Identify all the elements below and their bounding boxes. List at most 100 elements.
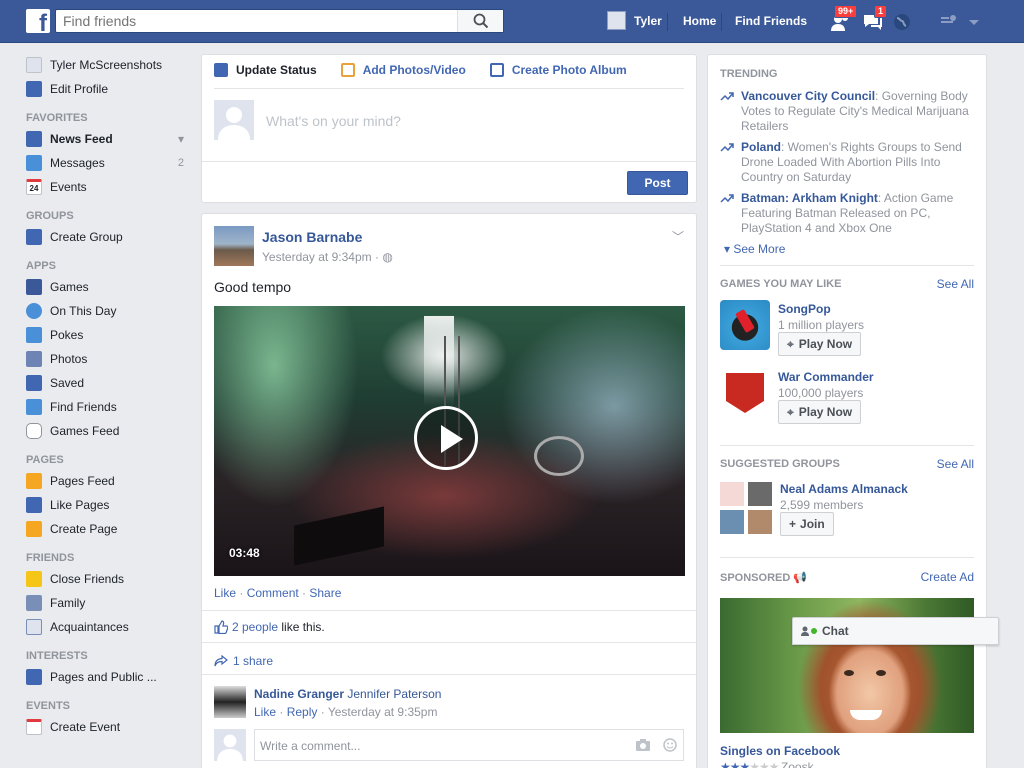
composer-avatar [214, 100, 254, 140]
join-group-button[interactable]: + Join [780, 512, 834, 536]
tab-add-photos-video[interactable]: Add Photos/Video [340, 63, 466, 77]
trend-item[interactable]: Poland: Women's Rights Groups to Send Dr… [720, 140, 970, 185]
play-now-button[interactable]: ⌖ Play Now [778, 332, 862, 356]
sidebar-item-label: News Feed [50, 132, 113, 146]
top-navigation-bar: f Tyler Home Find Friends 99+ 1 [0, 0, 1024, 43]
home-link[interactable]: Home [683, 14, 716, 28]
play-button[interactable] [414, 406, 478, 470]
trend-item[interactable]: Vancouver City Council: Governing Body V… [720, 89, 970, 134]
clock-icon [26, 303, 42, 319]
post-author[interactable]: Jason Barnabe [262, 229, 362, 245]
sidebar-item-photos[interactable]: Photos [26, 347, 196, 371]
sidebar-item-pages-feed[interactable]: Pages Feed [26, 469, 196, 493]
search-button[interactable] [457, 10, 503, 32]
friend-requests-badge: 99+ [834, 5, 858, 18]
tab-update-status[interactable]: Update Status [214, 63, 317, 77]
tab-label: Update Status [236, 63, 317, 77]
privacy-shortcuts-button[interactable] [940, 12, 962, 32]
sidebar-item-on-this-day[interactable]: On This Day [26, 299, 196, 323]
sidebar-item-profile[interactable]: Tyler McScreenshots [26, 53, 196, 77]
default-avatar-icon [218, 107, 250, 140]
group-member-photos[interactable] [720, 482, 772, 534]
author-avatar[interactable] [214, 226, 254, 266]
star-rating-icon: ★★★ [720, 760, 750, 768]
sidebar-item-games-feed[interactable]: Games Feed [26, 419, 196, 443]
caret-down-icon[interactable]: ▾ [178, 132, 184, 146]
divider [720, 445, 974, 446]
messages-button[interactable]: 1 [862, 5, 888, 32]
camera-icon[interactable] [635, 738, 651, 752]
games-see-all-link[interactable]: See All [937, 277, 974, 291]
facebook-logo[interactable]: f [26, 9, 50, 36]
comment-input[interactable]: Write a comment... [254, 729, 684, 761]
member-photo [748, 482, 772, 506]
account-menu-button[interactable] [968, 16, 990, 36]
sponsored-label: SPONSORED [720, 572, 791, 584]
sidebar-item-family[interactable]: Family [26, 591, 196, 615]
sidebar-item-saved[interactable]: Saved [26, 371, 196, 395]
emoji-icon[interactable] [663, 738, 677, 752]
songpop-game-icon[interactable] [720, 300, 770, 350]
sidebar-item-events[interactable]: 24 Events [26, 175, 196, 199]
comment-time[interactable]: Yesterday at 9:35pm [328, 705, 438, 719]
comment-like-link[interactable]: Like [254, 705, 276, 719]
sidebar-item-acquaintances[interactable]: Acquaintances [26, 615, 196, 639]
game-name[interactable]: War Commander [778, 370, 874, 384]
groups-see-all-link[interactable]: See All [937, 457, 974, 471]
profile-link[interactable]: Tyler [607, 11, 662, 30]
trend-item[interactable]: Batman: Arkham Knight: Action Game Featu… [720, 191, 970, 236]
game-name[interactable]: SongPop [778, 302, 831, 316]
post-text: Good tempo [214, 279, 292, 295]
group-name[interactable]: Neal Adams Almanack [780, 482, 908, 496]
post-options-chevron-icon[interactable]: ﹀ [672, 228, 684, 245]
sidebar-item-find-friends[interactable]: Find Friends [26, 395, 196, 419]
privacy-lock-icon [941, 15, 956, 23]
notifications-button[interactable] [892, 12, 914, 32]
sidebar-item-games[interactable]: Games [26, 275, 196, 299]
sidebar-item-pages-public[interactable]: Pages and Public ... [26, 665, 196, 689]
sidebar-item-create-group[interactable]: Create Group [26, 225, 196, 249]
house-icon [26, 595, 42, 611]
comment-reply-link[interactable]: Reply [287, 705, 318, 719]
find-friends-link[interactable]: Find Friends [735, 14, 807, 28]
sidebar-item-pokes[interactable]: Pokes [26, 323, 196, 347]
war-commander-game-icon[interactable] [720, 368, 770, 418]
default-avatar-icon [217, 734, 243, 761]
calendar-icon: 24 [26, 179, 42, 195]
post-button[interactable]: Post [627, 171, 688, 195]
search-input[interactable] [56, 10, 456, 32]
sidebar-item-like-pages[interactable]: Like Pages [26, 493, 196, 517]
gamepad-icon [26, 423, 42, 439]
comment-link[interactable]: Comment [247, 586, 299, 600]
likes-link[interactable]: 2 people [232, 620, 278, 634]
tab-create-photo-album[interactable]: Create Photo Album [489, 63, 627, 77]
like-link[interactable]: Like [214, 586, 236, 600]
timestamp-text: Yesterday at 9:34pm · [262, 250, 379, 264]
sidebar-item-edit-profile[interactable]: Edit Profile [26, 77, 196, 101]
sidebar-item-close-friends[interactable]: Close Friends [26, 567, 196, 591]
play-now-button[interactable]: ⌖ Play Now [778, 400, 862, 424]
ad-title[interactable]: Singles on Facebook [720, 744, 840, 758]
create-ad-link[interactable]: Create Ad [921, 570, 974, 584]
status-input[interactable]: What's on your mind? [266, 113, 401, 129]
sidebar-item-create-event[interactable]: Create Event [26, 715, 196, 739]
share-link[interactable]: Share [309, 586, 341, 600]
sidebar-item-news-feed[interactable]: News Feed ▾ [26, 127, 196, 151]
news-feed-icon [26, 131, 42, 147]
video-player[interactable]: 03:48 [214, 306, 685, 576]
section-header-apps: APPS [26, 260, 56, 272]
sidebar-item-create-page[interactable]: Create Page [26, 517, 196, 541]
globe-icon: ◍ [382, 250, 393, 264]
comment-tag-link[interactable]: Jennifer Paterson [347, 687, 441, 701]
comment-author-link[interactable]: Nadine Granger [254, 687, 344, 701]
commenter-avatar[interactable] [214, 686, 246, 718]
trending-header: TRENDING [720, 68, 778, 80]
button-label: Play Now [798, 337, 853, 351]
sidebar-item-messages[interactable]: Messages 2 [26, 151, 196, 175]
chat-tab[interactable]: Chat [792, 617, 999, 645]
friend-requests-button[interactable]: 99+ [830, 5, 858, 32]
shares-summary[interactable]: 1 share [214, 654, 273, 668]
see-more-link[interactable]: ▾ See More [724, 242, 785, 256]
trend-topic: Poland [741, 140, 782, 154]
post-timestamp[interactable]: Yesterday at 9:34pm · ◍ [262, 250, 393, 264]
